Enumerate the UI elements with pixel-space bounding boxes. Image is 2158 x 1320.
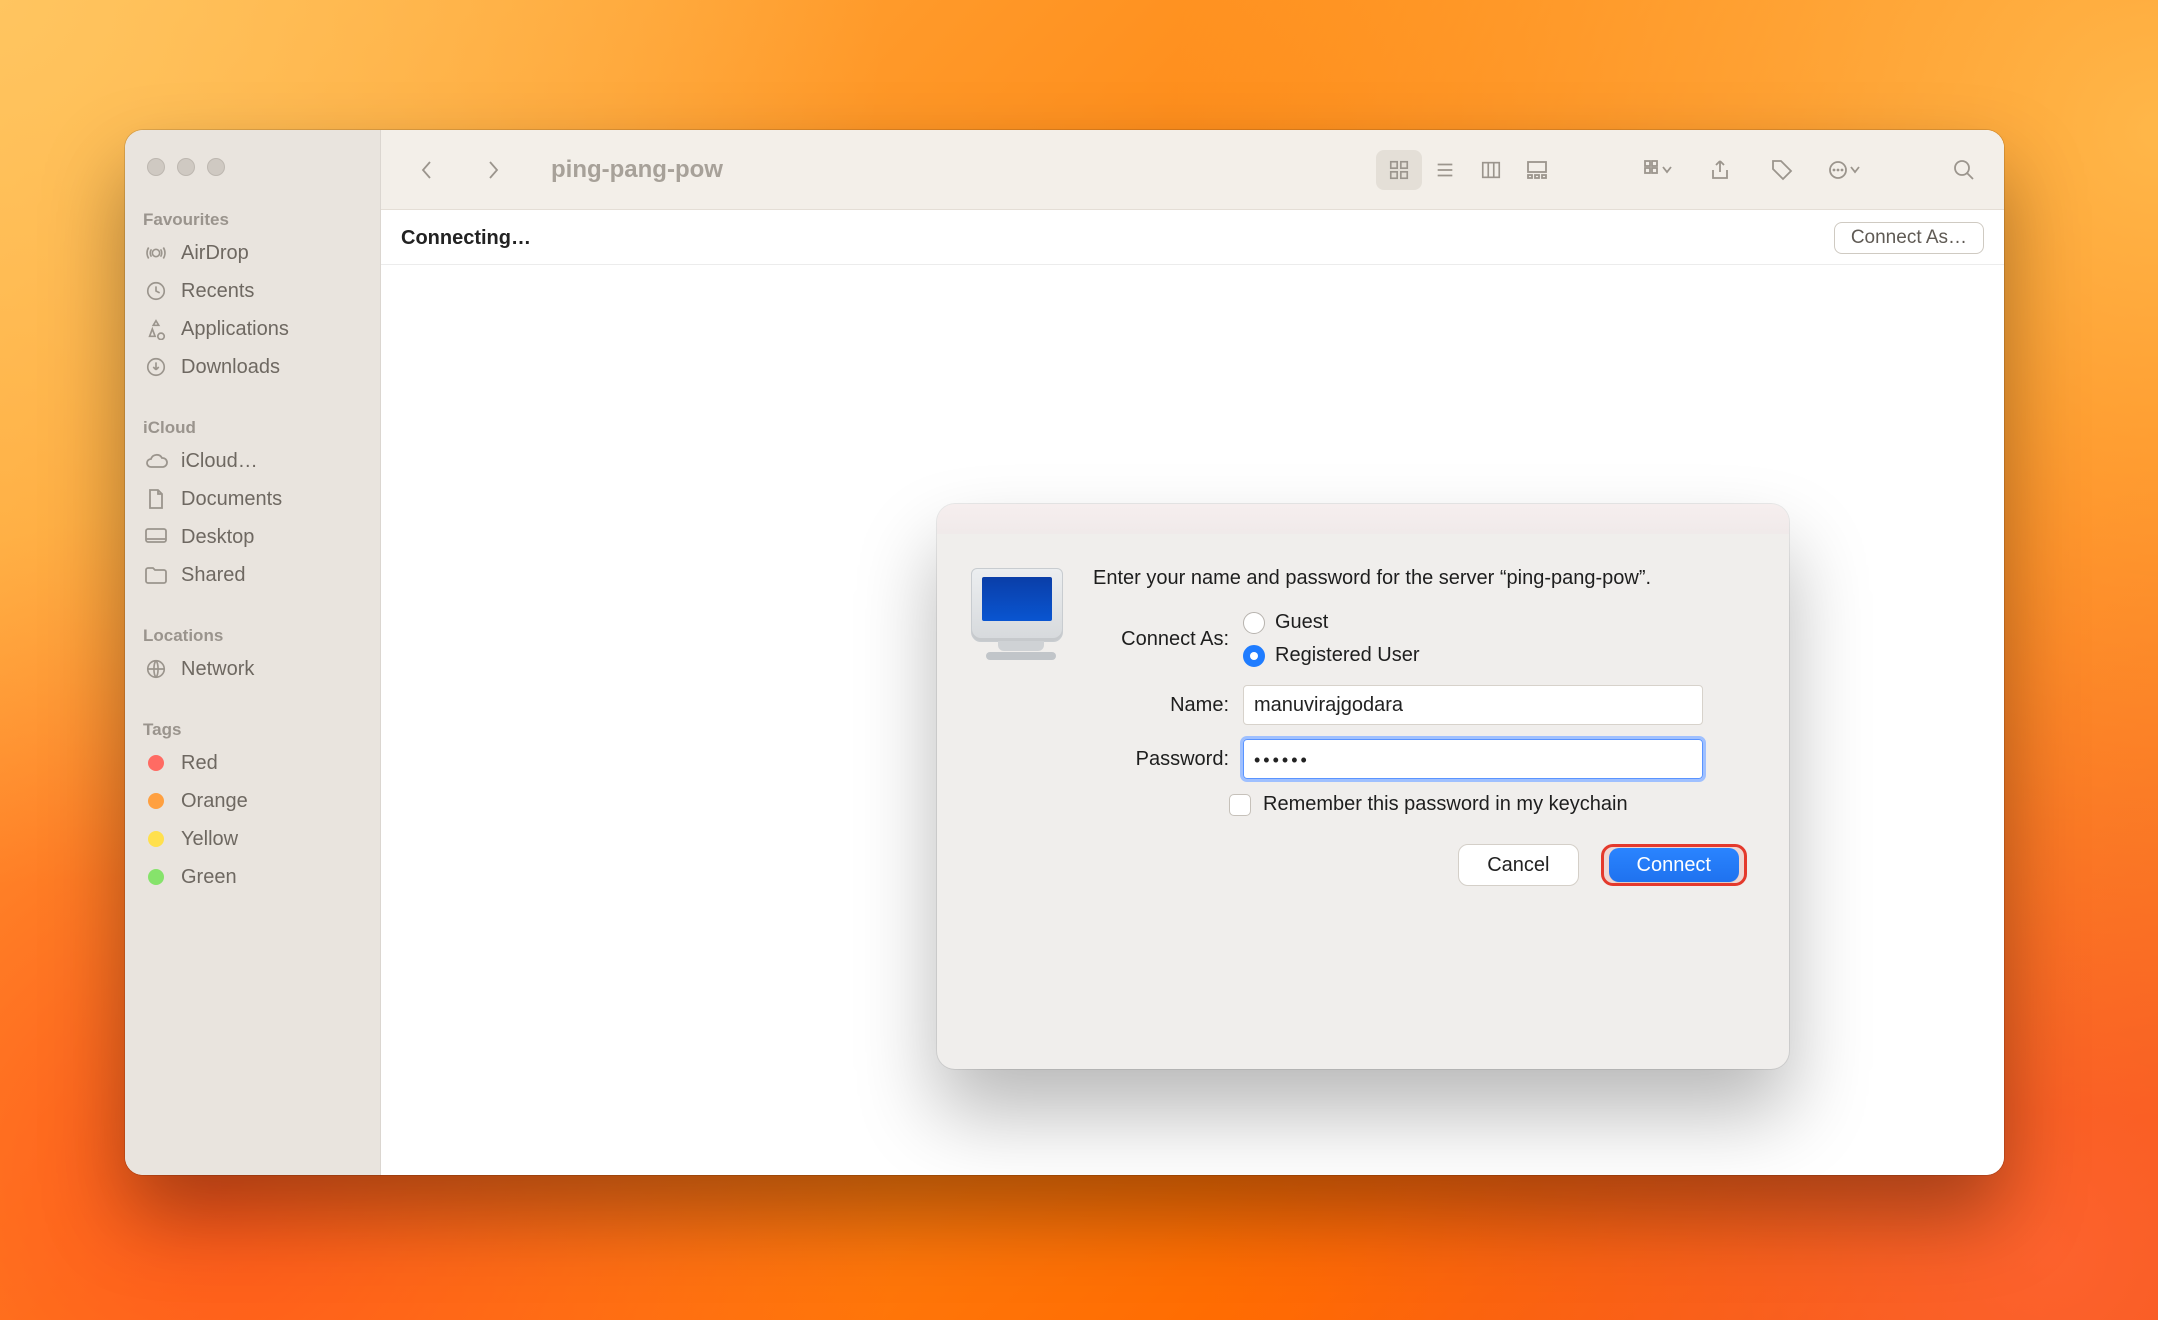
sidebar-section-favourites: Favourites [125, 200, 380, 234]
sidebar-section-tags: Tags [125, 710, 380, 744]
sidebar-item-downloads[interactable]: Downloads [125, 348, 380, 386]
sidebar-item-applications[interactable]: Applications [125, 310, 380, 348]
sidebar-item-label: Desktop [181, 526, 254, 549]
doc-icon [143, 486, 169, 512]
sidebar-item-documents[interactable]: Documents [125, 480, 380, 518]
sidebar-item-label: Documents [181, 488, 282, 511]
sidebar-item-label: Recents [181, 280, 254, 303]
server-auth-dialog: Enter your name and password for the ser… [937, 504, 1789, 1069]
sidebar-item-label: Yellow [181, 828, 238, 851]
finder-toolbar: ping-pang-pow [381, 130, 2004, 210]
sidebar-item-network[interactable]: Network [125, 650, 380, 688]
password-input[interactable]: •••••• [1243, 739, 1703, 779]
sidebar-item-label: Orange [181, 790, 248, 813]
dialog-titlebar [937, 504, 1789, 534]
desktop-icon [143, 524, 169, 550]
sidebar-tag-yellow[interactable]: Yellow [125, 820, 380, 858]
globe-icon [143, 656, 169, 682]
nav-forward-button[interactable] [471, 150, 515, 190]
tag-dot-red [143, 750, 169, 776]
macos-desktop: Favourites AirDrop Recents Applications … [0, 0, 2158, 1320]
nav-back-button[interactable] [405, 150, 449, 190]
finder-window: Favourites AirDrop Recents Applications … [125, 130, 2004, 1175]
download-icon [143, 354, 169, 380]
view-icons-button[interactable] [1376, 150, 1422, 190]
connection-status-bar: Connecting… Connect As… [381, 210, 2004, 265]
tag-dot-yellow [143, 826, 169, 852]
traffic-minimize[interactable] [177, 158, 195, 176]
finder-content: Enter your name and password for the ser… [381, 265, 2004, 1175]
cancel-button[interactable]: Cancel [1458, 844, 1578, 886]
radio-registered-user[interactable]: Registered User [1243, 644, 1420, 667]
radio-icon [1243, 612, 1265, 634]
sidebar-item-label: Shared [181, 564, 246, 587]
group-menu-button[interactable] [1636, 150, 1680, 190]
sidebar-tag-orange[interactable]: Orange [125, 782, 380, 820]
sidebar-item-label: Downloads [181, 356, 280, 379]
password-label: Password: [1045, 748, 1243, 771]
sidebar-item-label: AirDrop [181, 242, 249, 265]
traffic-close[interactable] [147, 158, 165, 176]
dialog-prompt: Enter your name and password for the ser… [1093, 564, 1753, 593]
view-columns-button[interactable] [1468, 150, 1514, 190]
sidebar-tag-green[interactable]: Green [125, 858, 380, 896]
sidebar-item-airdrop[interactable]: AirDrop [125, 234, 380, 272]
apps-icon [143, 316, 169, 342]
tag-dot-orange [143, 788, 169, 814]
sidebar-item-label: iCloud… [181, 450, 258, 473]
connect-as-button[interactable]: Connect As… [1834, 222, 1984, 254]
sidebar-item-label: Green [181, 866, 237, 889]
clock-icon [143, 278, 169, 304]
sidebar-section-locations: Locations [125, 616, 380, 650]
sidebar-item-icloud-drive[interactable]: iCloud… [125, 442, 380, 480]
finder-sidebar: Favourites AirDrop Recents Applications … [125, 130, 381, 1175]
sidebar-item-desktop[interactable]: Desktop [125, 518, 380, 556]
connect-button-highlight: Connect [1601, 844, 1748, 886]
remember-keychain-label: Remember this password in my keychain [1263, 793, 1628, 816]
folder-icon [143, 562, 169, 588]
server-computer-icon [971, 568, 1071, 668]
status-text: Connecting… [401, 227, 531, 250]
airdrop-icon [143, 240, 169, 266]
sidebar-tag-red[interactable]: Red [125, 744, 380, 782]
sidebar-item-label: Red [181, 752, 218, 775]
tag-dot-green [143, 864, 169, 890]
radio-label: Guest [1275, 611, 1328, 634]
sidebar-item-label: Applications [181, 318, 289, 341]
view-gallery-button[interactable] [1514, 150, 1560, 190]
radio-label: Registered User [1275, 644, 1420, 667]
name-input[interactable] [1243, 685, 1703, 725]
window-traffic-lights[interactable] [125, 152, 380, 200]
radio-icon [1243, 645, 1265, 667]
sidebar-section-icloud: iCloud [125, 408, 380, 442]
name-label: Name: [1045, 694, 1243, 717]
radio-guest[interactable]: Guest [1243, 611, 1420, 634]
traffic-zoom[interactable] [207, 158, 225, 176]
window-title: ping-pang-pow [551, 156, 723, 184]
search-button[interactable] [1942, 150, 1986, 190]
view-mode-group [1376, 150, 1560, 190]
action-menu-button[interactable] [1822, 150, 1866, 190]
tags-button[interactable] [1760, 150, 1804, 190]
cloud-icon [143, 448, 169, 474]
share-button[interactable] [1698, 150, 1742, 190]
connect-as-label: Connect As: [1093, 628, 1243, 651]
sidebar-item-recents[interactable]: Recents [125, 272, 380, 310]
finder-main: ping-pang-pow Connecting… Connect A [381, 130, 2004, 1175]
remember-keychain-checkbox[interactable] [1229, 794, 1251, 816]
sidebar-item-label: Network [181, 658, 254, 681]
view-list-button[interactable] [1422, 150, 1468, 190]
sidebar-item-shared[interactable]: Shared [125, 556, 380, 594]
connect-button[interactable]: Connect [1609, 848, 1740, 882]
